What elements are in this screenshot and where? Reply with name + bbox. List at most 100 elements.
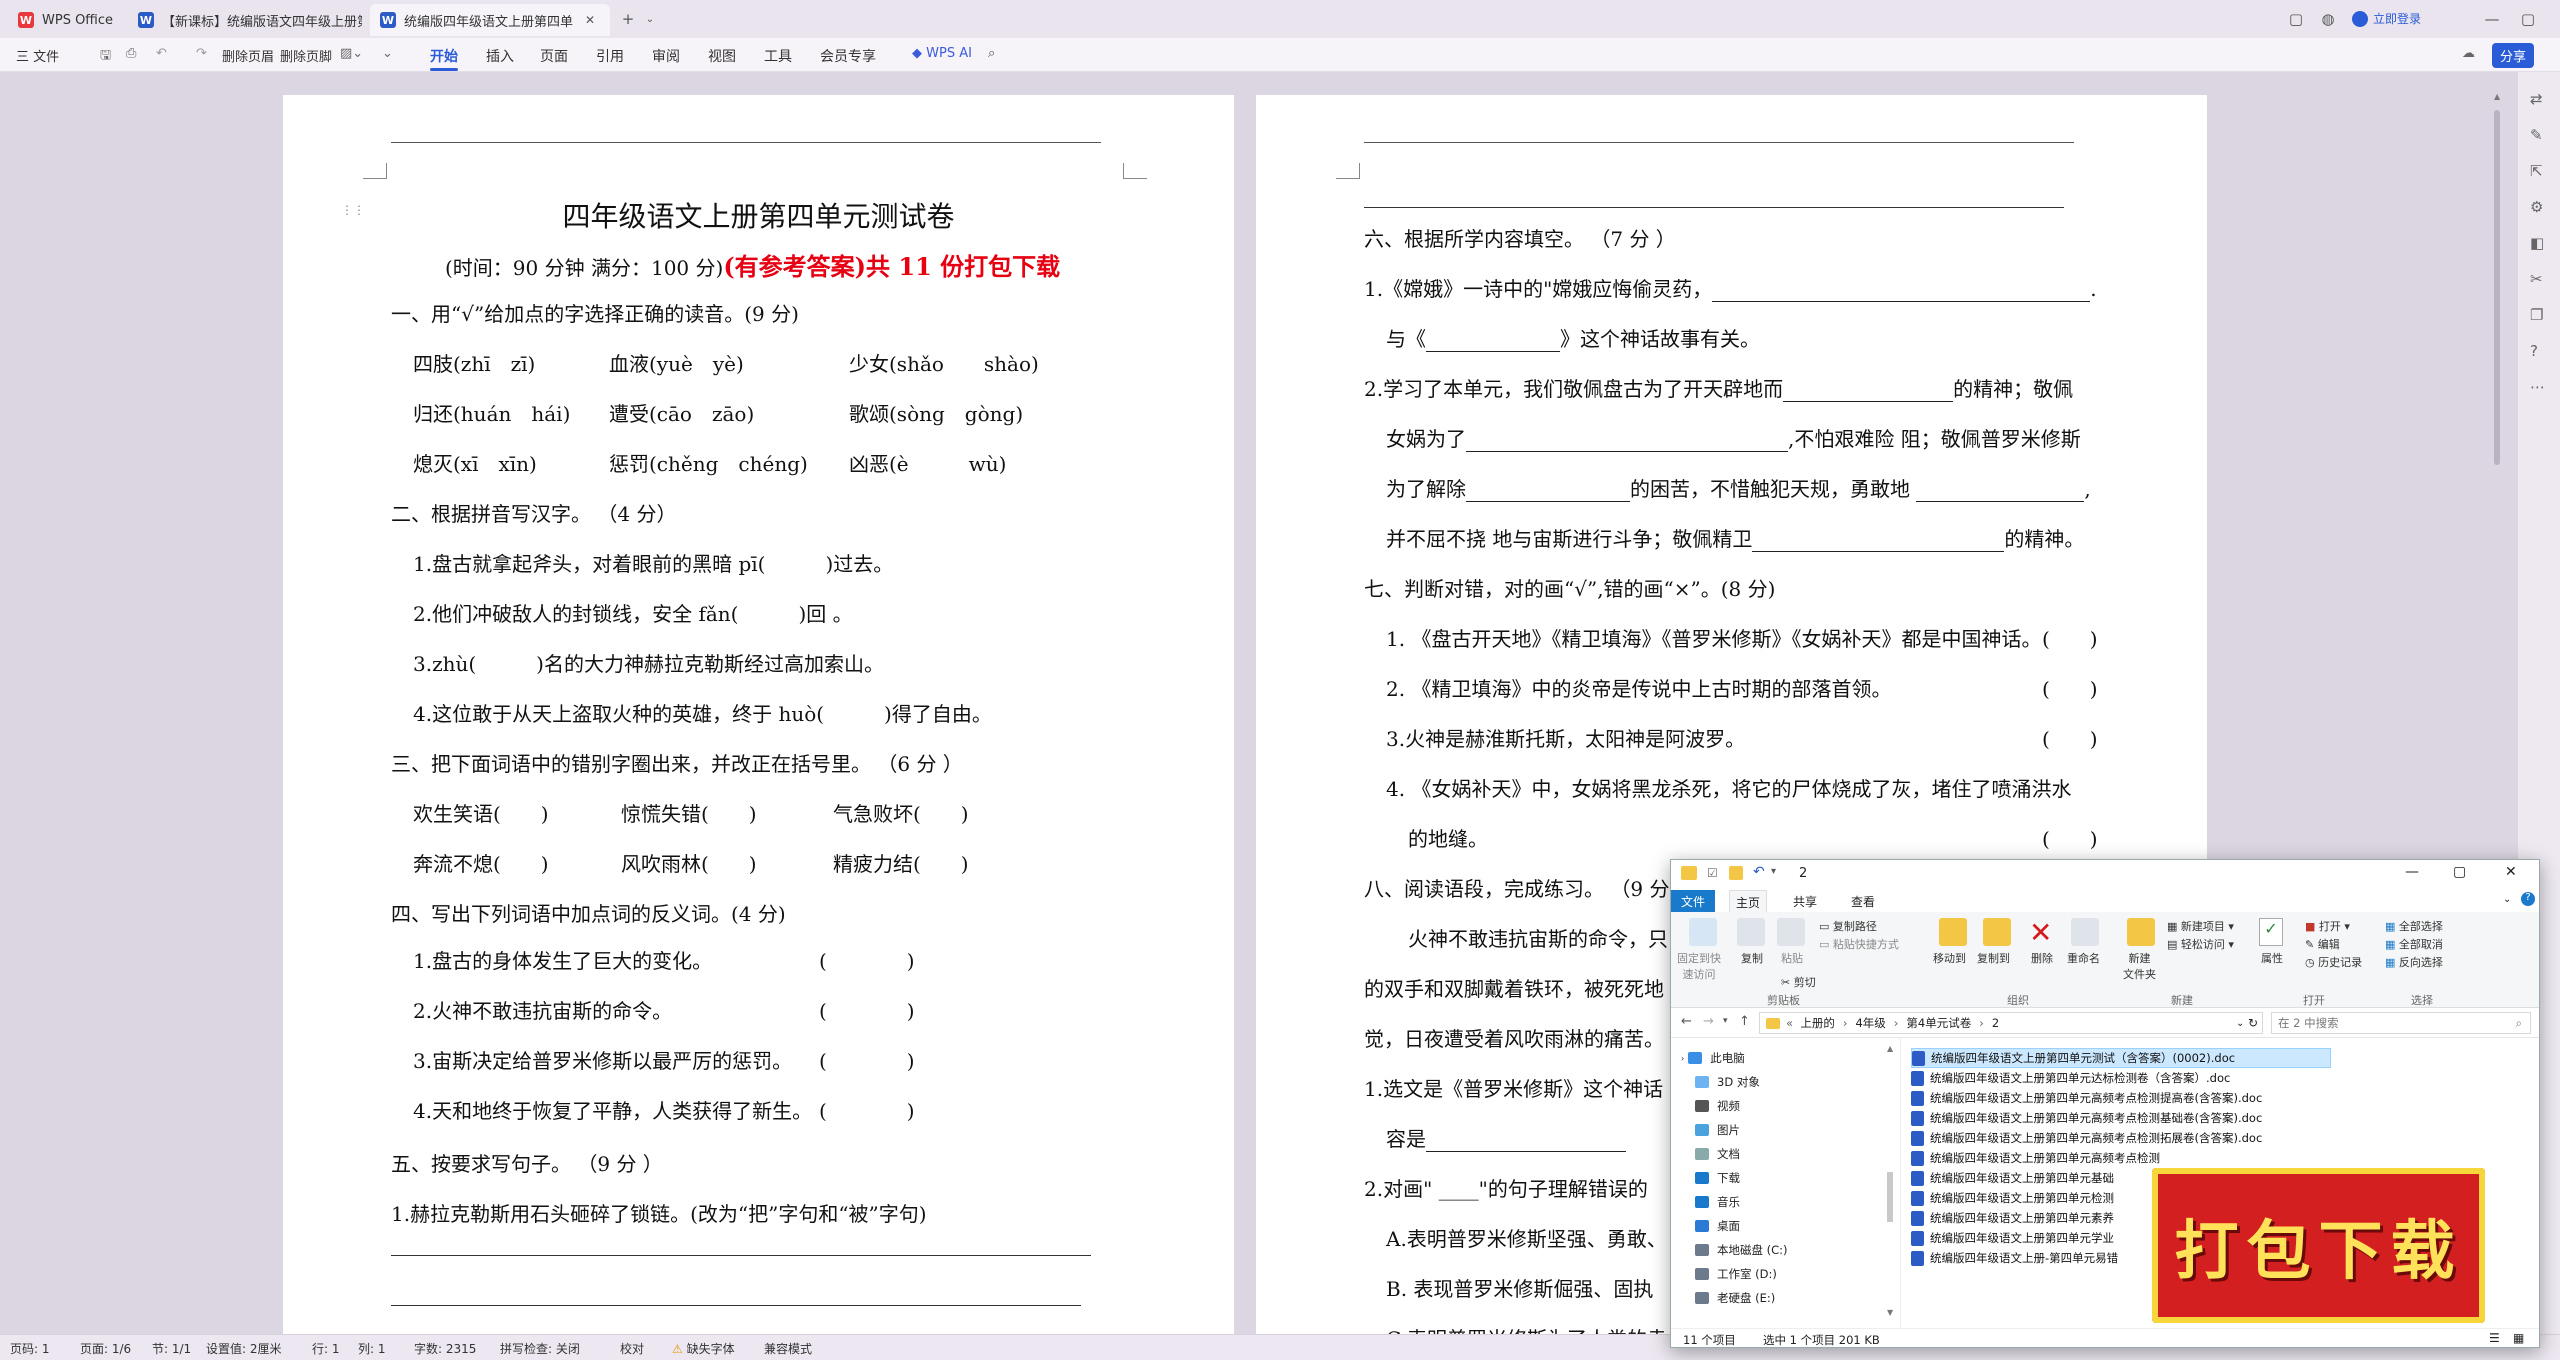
nav-item-3d[interactable]: 3D 对象 bbox=[1695, 1074, 1760, 1090]
menu-reference[interactable]: 引用 bbox=[596, 46, 624, 66]
more-icon[interactable]: ⋯ bbox=[2530, 378, 2545, 396]
nav-item-drive-c[interactable]: 本地磁盘 (C:) bbox=[1695, 1242, 1788, 1258]
copy-to-icon[interactable] bbox=[1983, 918, 2011, 946]
status-row[interactable]: 行: 1 bbox=[312, 1340, 340, 1357]
undo-icon[interactable]: ↶ bbox=[156, 46, 167, 61]
collapse-icon[interactable]: ⇄ bbox=[2530, 90, 2543, 108]
paste-button[interactable]: 粘贴 bbox=[1781, 950, 1803, 966]
scroll-down-icon[interactable]: ▼ bbox=[1887, 1308, 1893, 1317]
window-layout-icon[interactable]: ▢ bbox=[2286, 9, 2306, 29]
help-icon[interactable]: ? bbox=[2521, 892, 2535, 906]
list-item[interactable]: 统编版四年级语文上册第四单元高频考点检测提高卷(含答案).doc bbox=[1911, 1088, 2331, 1108]
chevron-down-icon[interactable]: ⌄ bbox=[2503, 894, 2511, 905]
close-icon[interactable]: ✕ bbox=[2505, 864, 2517, 880]
status-column[interactable]: 列: 1 bbox=[358, 1340, 386, 1357]
status-word-count[interactable]: 字数: 2315 bbox=[414, 1340, 476, 1357]
nav-item-drive-e[interactable]: 老硬盘 (E:) bbox=[1695, 1290, 1775, 1306]
document-page-1[interactable]: ⋮⋮ 四年级语文上册第四单元测试卷 (时间：90 分钟 满分：100 分)(有参… bbox=[283, 95, 1234, 1334]
copy-to-button[interactable]: 复制到 bbox=[1977, 950, 2010, 966]
format-icon[interactable]: ▨⌄ bbox=[340, 46, 363, 61]
status-missing-font[interactable]: ⚠ 缺失字体 bbox=[672, 1340, 735, 1357]
undo-icon[interactable]: ↶ bbox=[1753, 864, 1765, 880]
tab-document-1[interactable]: W 【新课标】统编版语文四年级上册第 bbox=[128, 4, 368, 36]
status-proofread[interactable]: 校对 bbox=[620, 1340, 644, 1357]
menu-tools[interactable]: 工具 bbox=[764, 46, 792, 66]
tools-icon[interactable]: ✂ bbox=[2530, 270, 2543, 288]
more-icon[interactable]: ⌄ bbox=[382, 46, 393, 61]
details-view-icon[interactable]: ☰ bbox=[2489, 1331, 2500, 1345]
history-button[interactable]: ◷ 历史记录 bbox=[2305, 954, 2362, 970]
delete-footer-button[interactable]: 删除页脚 bbox=[280, 46, 332, 65]
search-icon[interactable]: ⌕ bbox=[988, 46, 995, 61]
breadcrumb[interactable]: « 上册的 › 4年级 › 第4单元试卷 › 2 ⌄ ↻ bbox=[1759, 1012, 2263, 1034]
forward-icon[interactable]: → bbox=[1703, 1014, 1714, 1029]
new-folder-icon[interactable] bbox=[2127, 918, 2155, 946]
style-icon[interactable]: ◧ bbox=[2530, 234, 2544, 252]
paste-icon[interactable] bbox=[1777, 918, 1805, 946]
back-icon[interactable]: ← bbox=[1681, 1014, 1692, 1029]
move-to-icon[interactable] bbox=[1939, 918, 1967, 946]
delete-header-button[interactable]: 删除页眉 bbox=[222, 46, 274, 65]
menu-view[interactable]: 视图 bbox=[708, 46, 736, 66]
nav-item-downloads[interactable]: 下载 bbox=[1695, 1170, 1740, 1186]
scroll-up-icon[interactable]: ▲ bbox=[1887, 1044, 1893, 1053]
minimize-icon[interactable]: — bbox=[2405, 864, 2419, 880]
breadcrumb-item[interactable]: 第4单元试卷 bbox=[1906, 1015, 1971, 1031]
open-button[interactable]: ■ 打开 ▾ bbox=[2305, 918, 2350, 934]
tab-share[interactable]: 共享 bbox=[1793, 893, 1817, 910]
nav-item-music[interactable]: 音乐 bbox=[1695, 1194, 1740, 1210]
easy-access-button[interactable]: ▤ 轻松访问 ▾ bbox=[2167, 936, 2234, 952]
pen-icon[interactable]: ✎ bbox=[2530, 126, 2543, 144]
cut-button[interactable]: ✂ 剪切 bbox=[1781, 974, 1816, 990]
tab-wps-office[interactable]: W WPS Office bbox=[8, 4, 128, 36]
close-icon[interactable]: ✕ bbox=[585, 13, 595, 27]
menu-page[interactable]: 页面 bbox=[540, 46, 568, 66]
status-compat-mode[interactable]: 兼容模式 bbox=[764, 1340, 812, 1357]
skin-icon[interactable]: ◍ bbox=[2318, 9, 2338, 29]
refresh-icon[interactable]: ↻ bbox=[2248, 1016, 2258, 1030]
scrollbar-thumb[interactable] bbox=[1887, 1172, 1893, 1222]
pin-button[interactable]: 固定到快 速访问 bbox=[1677, 950, 1721, 982]
search-input[interactable]: 在 2 中搜索 ⌕ bbox=[2271, 1012, 2531, 1034]
chevron-down-icon[interactable]: ⌄ bbox=[640, 9, 660, 29]
print-icon[interactable]: ⎙ bbox=[126, 46, 136, 61]
select-all-button[interactable]: ▦ 全部选择 bbox=[2385, 918, 2443, 934]
rename-button[interactable]: 重命名 bbox=[2067, 950, 2100, 966]
login-button[interactable]: 立即登录 bbox=[2352, 10, 2421, 27]
help-icon[interactable]: ? bbox=[2530, 342, 2538, 360]
tab-file[interactable]: 文件 bbox=[1671, 890, 1715, 912]
redo-icon[interactable]: ↷ bbox=[196, 46, 207, 61]
share-button[interactable]: 分享 bbox=[2492, 43, 2535, 68]
properties-icon[interactable]: ✓ bbox=[2259, 918, 2283, 946]
save-icon[interactable]: 🖫 bbox=[100, 46, 111, 68]
nav-item-desktop[interactable]: 桌面 bbox=[1695, 1218, 1740, 1234]
new-tab-icon[interactable]: + bbox=[618, 9, 638, 29]
file-menu[interactable]: 三 文件 bbox=[16, 46, 59, 65]
properties-icon[interactable]: ☑ bbox=[1707, 866, 1718, 880]
status-spellcheck[interactable]: 拼写检查: 关闭 bbox=[500, 1340, 580, 1357]
select-none-button[interactable]: ▦ 全部取消 bbox=[2385, 936, 2443, 952]
nav-item-documents[interactable]: 文档 bbox=[1695, 1146, 1740, 1162]
new-folder-button[interactable]: 新建 文件夹 bbox=[2123, 950, 2156, 982]
nav-scrollbar[interactable]: ▲ ▼ bbox=[1885, 1038, 1895, 1328]
settings-icon[interactable]: ⚙ bbox=[2530, 198, 2543, 216]
nav-item-pictures[interactable]: 图片 bbox=[1695, 1122, 1740, 1138]
list-item[interactable]: 统编版四年级语文上册第四单元测试（含答案）(0002).doc bbox=[1911, 1048, 2331, 1068]
nav-item-this-pc[interactable]: › 此电脑 bbox=[1681, 1050, 1745, 1066]
nav-item-drive-d[interactable]: 工作室 (D:) bbox=[1695, 1266, 1777, 1282]
new-folder-icon[interactable] bbox=[1729, 866, 1743, 880]
chevron-down-icon[interactable]: ▾ bbox=[1771, 866, 1776, 877]
scroll-up-icon[interactable]: ▲ bbox=[2494, 92, 2500, 101]
properties-button[interactable]: 属性 bbox=[2261, 950, 2283, 966]
maximize-icon[interactable]: ▢ bbox=[2453, 864, 2466, 880]
rename-icon[interactable] bbox=[2071, 918, 2099, 946]
thumbnail-view-icon[interactable]: ▦ bbox=[2513, 1331, 2524, 1345]
delete-icon[interactable]: ✕ bbox=[2029, 916, 2052, 949]
delete-button[interactable]: 删除 bbox=[2031, 950, 2053, 966]
tab-home[interactable]: 主页 bbox=[1729, 890, 1767, 912]
maximize-icon[interactable]: ▢ bbox=[2518, 9, 2538, 29]
menu-insert[interactable]: 插入 bbox=[486, 46, 514, 66]
breadcrumb-item[interactable]: 4年级 bbox=[1855, 1015, 1885, 1031]
menu-member[interactable]: 会员专享 bbox=[820, 46, 876, 66]
breadcrumb-item[interactable]: 2 bbox=[1992, 1016, 1999, 1030]
